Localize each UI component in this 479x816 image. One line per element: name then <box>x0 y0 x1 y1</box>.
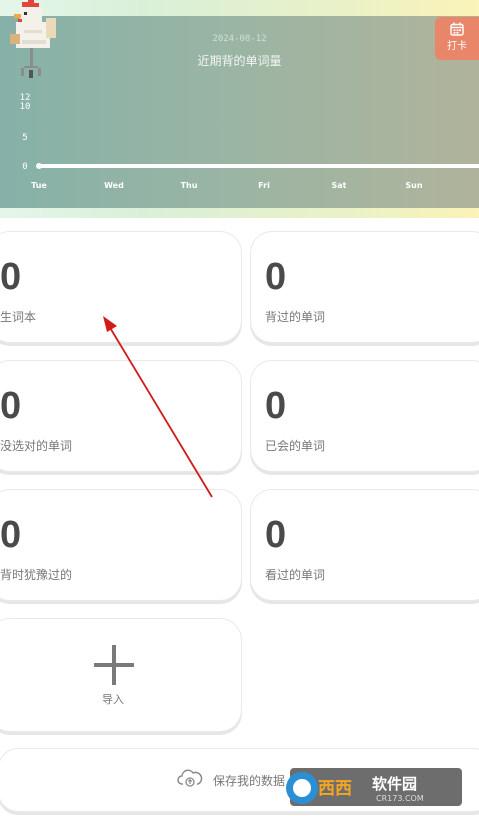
save-data-label: 保存我的数据 <box>213 774 286 788</box>
card-wrong-words[interactable] <box>0 360 242 472</box>
site-watermark-logo: 西西 软件园 CR173.COM <box>286 768 462 806</box>
import-label: 导入 <box>102 693 124 706</box>
known-words-count: 0 <box>265 385 287 427</box>
x-tick-tue: Tue <box>31 181 47 190</box>
svg-text:西西: 西西 <box>318 779 352 799</box>
cloud-upload-icon <box>177 769 203 787</box>
new-words-label: 生词本 <box>0 310 37 324</box>
wrong-words-count: 0 <box>0 385 22 427</box>
y-tick-0: 0 <box>22 162 27 172</box>
checkin-label: 打卡 <box>447 41 467 52</box>
hesitated-words-label: 背时犹豫过的 <box>0 568 73 582</box>
chicken-mascot-icon <box>10 0 56 78</box>
x-tick-sun: Sun <box>405 181 422 190</box>
x-tick-wed: Wed <box>104 181 124 190</box>
studied-words-label: 背过的单词 <box>265 310 326 324</box>
studied-words-count: 0 <box>265 256 287 298</box>
checkin-button[interactable]: 打卡 <box>435 17 479 60</box>
x-tick-sat: Sat <box>332 181 347 190</box>
svg-text:软件园: 软件园 <box>372 775 417 793</box>
x-tick-fri: Fri <box>258 181 270 190</box>
chart-title: 近期背的单词量 <box>197 54 282 68</box>
card-new-words[interactable] <box>0 231 242 343</box>
chart-date: 2024-08-12 <box>212 34 267 44</box>
calendar-icon <box>450 22 464 36</box>
svg-text:CR173.COM: CR173.COM <box>376 794 424 803</box>
x-tick-thu: Thu <box>181 181 198 190</box>
new-words-count: 0 <box>0 256 22 298</box>
chart-plot: 12 10 5 0 Tue Wed Thu Fri Sat Sun <box>20 93 479 190</box>
y-tick-5: 5 <box>22 133 27 143</box>
viewed-words-label: 看过的单词 <box>265 568 326 582</box>
viewed-words-count: 0 <box>265 514 287 556</box>
series-start-point <box>36 163 42 169</box>
card-hesitated-words[interactable] <box>0 489 242 601</box>
hesitated-words-count: 0 <box>0 514 22 556</box>
known-words-label: 已会的单词 <box>265 439 326 453</box>
plus-icon <box>94 645 134 685</box>
y-tick-10: 10 <box>20 102 31 112</box>
wrong-words-label: 没选对的单词 <box>0 439 73 453</box>
